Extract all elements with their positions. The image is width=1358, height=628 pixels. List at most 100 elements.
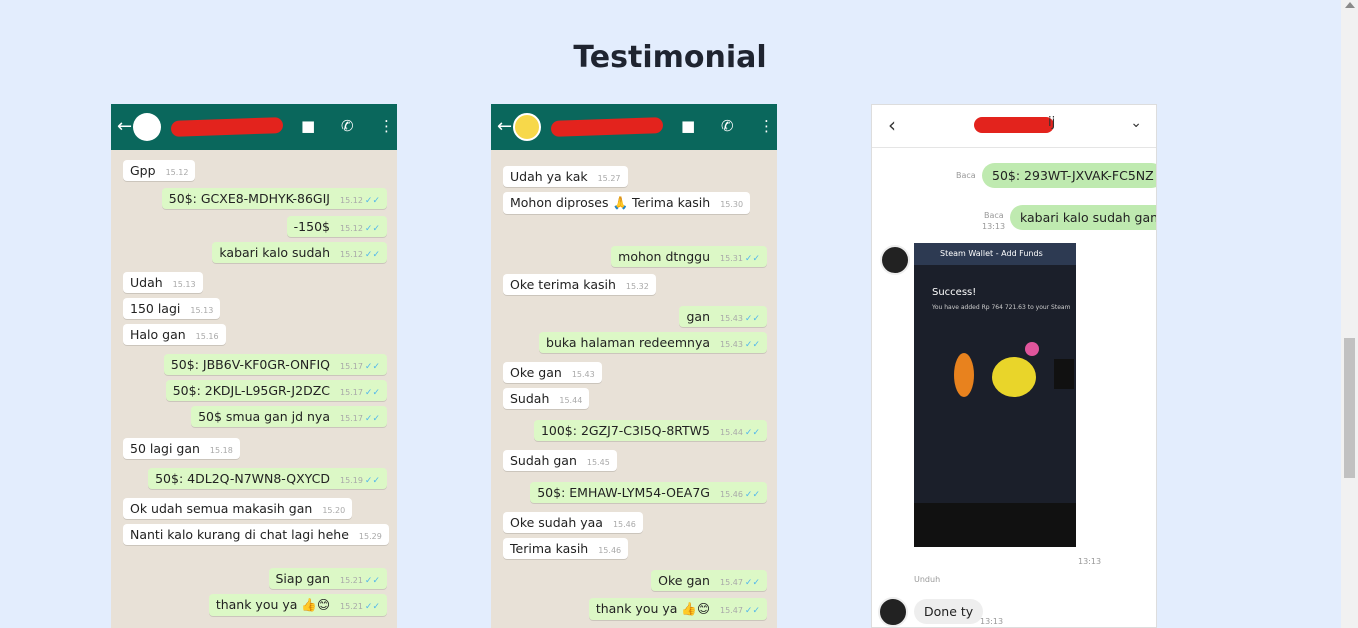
chat-bubble-out: 50$: EMHAW-LYM54-OEA7G 15.46 ✓✓: [530, 482, 767, 503]
message-time: 15.44: [559, 396, 583, 405]
chat-header: ← ■ ✆ ⋮: [111, 104, 397, 150]
message-text: Sudah gan: [510, 453, 577, 468]
chat-bubble-out: kabari kalo sudah gan: [1010, 205, 1156, 230]
chat-bubble-out: 100$: 2GZJ7-C3I5Q-8RTW5 15.44 ✓✓: [533, 420, 767, 441]
chat-bubble-in: 50 lagi gan 15.18: [123, 438, 240, 459]
chat-bubble-in: Gpp 15.12: [123, 160, 196, 181]
read-ticks-icon: ✓✓: [744, 340, 760, 350]
message-text: mohon dtnggu: [618, 249, 710, 264]
chevron-down-icon[interactable]: ⌄: [1130, 115, 1142, 131]
chat-bubble-out: thank you ya 👍😊 15.47 ✓✓: [588, 598, 767, 620]
screenshot-title: Steam Wallet - Add Funds: [914, 243, 1076, 265]
section-title: Testimonial: [573, 40, 767, 75]
read-ticks-icon: ✓✓: [744, 428, 760, 438]
video-call-icon[interactable]: ■: [681, 117, 695, 135]
message-text: 50$: 4DL2Q-N7WN8-QXYCD: [155, 471, 330, 486]
message-text: kabari kalo sudah: [219, 245, 330, 260]
message-time: 15.46: [720, 490, 743, 499]
message-time: 15.46: [612, 520, 636, 529]
message-text: -150$: [293, 219, 330, 234]
page-scrollbar[interactable]: [1341, 0, 1358, 628]
message-time: 13:13: [982, 222, 1006, 231]
read-ticks-icon: ✓✓: [744, 314, 760, 324]
message-time: 15.20: [322, 506, 346, 515]
chat-bubble-out: buka halaman redeemnya 15.43 ✓✓: [539, 332, 767, 353]
read-ticks-icon: ✓✓: [364, 388, 380, 398]
avatar: [878, 597, 908, 627]
chat-bubble-in: Mohon diproses 🙏 Terima kasih 15.30: [503, 192, 751, 214]
chat-bubble-in: Done ty: [914, 599, 984, 624]
back-chevron-icon[interactable]: ‹: [888, 113, 896, 137]
more-options-icon[interactable]: ⋮: [759, 117, 774, 135]
message-text: buka halaman redeemnya: [546, 335, 710, 350]
read-ticks-icon: ✓✓: [744, 490, 760, 500]
message-text: 150 lagi: [130, 301, 181, 316]
message-text: Mohon diproses 🙏 Terima kasih: [510, 195, 711, 210]
message-time: 15.43: [720, 314, 743, 323]
chat-bubble-out: thank you ya 👍😊 15.21 ✓✓: [208, 594, 387, 616]
message-time: 15.43: [720, 340, 743, 349]
message-text: thank you ya 👍😊: [595, 601, 710, 616]
chat-header: ‹ ij ⌄: [872, 105, 1156, 148]
chat-bubble-in: Oke sudah yaa 15.46: [503, 512, 643, 533]
message-text: Udah ya kak: [510, 169, 588, 184]
chat-bubble-out: 50$: JBB6V-KF0GR-ONFIQ 15.17 ✓✓: [163, 354, 387, 375]
message-time: 15.44: [720, 428, 743, 437]
message-time: 15.47: [720, 578, 743, 587]
message-time: 15.27: [597, 174, 621, 183]
message-time: 15.17: [340, 388, 363, 397]
message-time: 15.21: [340, 576, 363, 585]
chat-bubble-out: Siap gan 15.21 ✓✓: [268, 568, 387, 589]
read-ticks-icon: ✓✓: [364, 602, 380, 612]
message-text: 50$: 2KDJL-L95GR-J2DZC: [172, 383, 330, 398]
testimonial-card-3: ‹ ij ⌄ Baca 50$: 293WT-JXVAK-FC5NZ Baca …: [871, 104, 1157, 628]
download-label[interactable]: Unduh: [914, 575, 940, 584]
message-time: 13:13: [1078, 557, 1102, 566]
phone-call-icon[interactable]: ✆: [341, 117, 354, 135]
read-ticks-icon: ✓✓: [364, 224, 380, 234]
redacted-name: [974, 117, 1054, 133]
screenshot-footer: [914, 503, 1076, 547]
message-text: Gpp: [130, 163, 156, 178]
scroll-thumb[interactable]: [1344, 338, 1355, 478]
message-time: 15.47: [720, 606, 743, 615]
chat-bubble-in: Terima kasih 15.46: [503, 538, 629, 559]
chat-bubble-out: gan 15.43 ✓✓: [679, 306, 767, 327]
message-time: 15.17: [340, 362, 363, 371]
phone-call-icon[interactable]: ✆: [721, 117, 734, 135]
message-text: Nanti kalo kurang di chat lagi hehe: [130, 527, 349, 542]
chat-bubble-in: Oke terima kasih 15.32: [503, 274, 656, 295]
read-ticks-icon: ✓✓: [364, 250, 380, 260]
more-options-icon[interactable]: ⋮: [379, 117, 394, 135]
message-text: 50$: EMHAW-LYM54-OEA7G: [537, 485, 710, 500]
message-text: 50$ smua gan jd nya: [198, 409, 330, 424]
testimonial-card-1: ← ■ ✆ ⋮ Gpp 15.12 50$: GCXE8-MDHYK-86GIJ 15…: [111, 104, 397, 628]
chat-bubble-out: mohon dtnggu 15.31 ✓✓: [611, 246, 767, 267]
scroll-up-arrow-icon[interactable]: [1345, 2, 1355, 8]
avatar: [513, 113, 541, 141]
message-time: 15.21: [340, 602, 363, 611]
message-text: 100$: 2GZJ7-C3I5Q-8RTW5: [540, 423, 710, 438]
steam-wallet-screenshot: Steam Wallet - Add Funds Success! You ha…: [914, 243, 1076, 547]
read-ticks-icon: ✓✓: [744, 606, 760, 616]
back-arrow-icon[interactable]: ←: [497, 116, 512, 137]
message-text: 50$: GCXE8-MDHYK-86GIJ: [168, 191, 330, 206]
chat-bubble-out: -150$ 15.12 ✓✓: [286, 216, 387, 237]
message-text: 50 lagi gan: [130, 441, 200, 456]
chat-bubble-out: kabari kalo sudah 15.12 ✓✓: [212, 242, 387, 263]
chat-bubble-in: Halo gan 15.16: [123, 324, 226, 345]
chat-bubble-in: Nanti kalo kurang di chat lagi hehe 15.29: [123, 524, 389, 545]
message-text: Siap gan: [275, 571, 331, 586]
message-time: 15.29: [358, 532, 382, 541]
message-time: 15.46: [598, 546, 622, 555]
chat-bubble-in: Sudah gan 15.45: [503, 450, 617, 471]
message-time: 15.19: [340, 476, 363, 485]
message-text: Oke terima kasih: [510, 277, 616, 292]
message-text: Oke sudah yaa: [510, 515, 603, 530]
back-arrow-icon[interactable]: ←: [117, 116, 132, 137]
screenshot-success: Success!: [932, 287, 977, 298]
read-status: Baca: [984, 211, 1004, 220]
video-call-icon[interactable]: ■: [301, 117, 315, 135]
avatar: [880, 245, 910, 275]
message-text: Sudah: [510, 391, 550, 406]
